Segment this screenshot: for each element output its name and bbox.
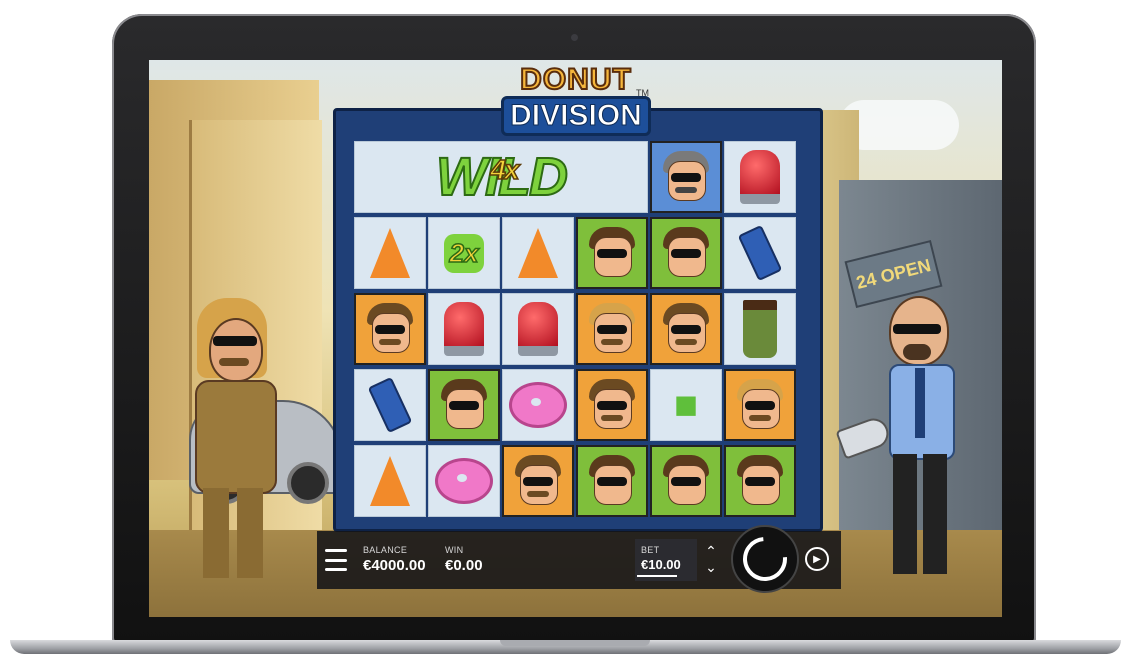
symbol-officer-mustache <box>576 369 648 441</box>
symbol-green-gun-wild: ■ <box>650 369 722 441</box>
officer-face-icon <box>659 301 713 357</box>
officer-face-icon <box>733 453 787 509</box>
leg <box>237 488 263 578</box>
spin-button[interactable] <box>731 525 799 593</box>
expanding-wild-banner: WILD 4x <box>354 141 648 213</box>
officer-face-icon <box>585 453 639 509</box>
logo-donut-text: DONUT <box>519 63 632 97</box>
goatee <box>903 344 931 360</box>
symbol-officer-brown <box>650 217 722 289</box>
officer-face-icon <box>437 377 491 433</box>
officer-right <box>835 292 989 592</box>
jacket <box>195 380 277 494</box>
donut-icon <box>509 382 567 428</box>
sunglasses <box>213 336 257 346</box>
symbol-red-siren <box>724 141 796 213</box>
symbol-coffee-cup <box>724 293 796 365</box>
symbol-walkie-talkie <box>724 217 796 289</box>
coffee-cup-icon <box>743 300 777 358</box>
symbol-red-siren <box>502 293 574 365</box>
siren-icon <box>740 150 780 204</box>
traffic-cone-icon <box>370 228 410 278</box>
symbol-officer-brown <box>724 445 796 517</box>
leg <box>203 488 229 578</box>
bet-adjust-arrows-icon[interactable]: ⌃ ⌄ <box>703 543 719 577</box>
symbol-officer-blonde <box>576 293 648 365</box>
traffic-cone-icon <box>518 228 558 278</box>
base-notch <box>500 640 650 646</box>
officer-face-icon <box>585 225 639 281</box>
sunglasses <box>893 324 941 334</box>
symbol-traffic-cone <box>502 217 574 289</box>
balance-value: €4000.00 <box>363 557 426 574</box>
logo-trademark: TM <box>636 88 649 98</box>
game-screen: 24 OPEN DONUT DIVISION TM WILD 4x 2x ■ B… <box>149 60 1002 617</box>
siren-icon <box>444 302 484 356</box>
symbol-officer-mustache <box>354 293 426 365</box>
officer-face-icon <box>363 301 417 357</box>
symbol-officer-sunglasses <box>650 141 722 213</box>
symbol-pink-donut <box>428 445 500 517</box>
bet-value: €10.00 <box>641 557 681 572</box>
symbol-red-siren <box>428 293 500 365</box>
officer-face-icon <box>659 149 713 205</box>
reel-board: WILD 4x 2x ■ <box>333 108 823 532</box>
logo-division-text: DIVISION <box>501 96 651 136</box>
bet-underline <box>637 575 677 577</box>
head <box>209 318 263 382</box>
leg <box>923 454 947 574</box>
gun-icon: ■ <box>673 382 699 427</box>
autoplay-icon[interactable]: ▶ <box>805 547 829 571</box>
control-bar: BALANCE €4000.00 WIN €0.00 BET €10.00 ⌃ ⌄… <box>317 525 841 593</box>
detective-left <box>179 298 289 588</box>
officer-face-icon <box>585 301 639 357</box>
donut-icon <box>435 458 493 504</box>
symbol-officer-brown <box>650 445 722 517</box>
game-logo: DONUT DIVISION TM <box>501 63 651 144</box>
symbol-officer-mustache <box>650 293 722 365</box>
symbol-traffic-cone <box>354 445 426 517</box>
officer-face-icon <box>585 377 639 433</box>
officer-face-icon <box>733 377 787 433</box>
wild-multiplier: 4x <box>490 153 521 186</box>
symbol-wild-multiplier: 2x <box>428 217 500 289</box>
symbol-walkie-talkie <box>354 369 426 441</box>
car-wheel <box>287 462 329 504</box>
menu-icon[interactable] <box>325 549 347 571</box>
multiplier-2x-icon: 2x <box>443 233 485 273</box>
tie <box>915 368 925 438</box>
reel-grid: WILD 4x 2x ■ <box>354 141 796 517</box>
walkie-talkie-icon <box>737 224 783 282</box>
symbol-pink-donut <box>502 369 574 441</box>
bet-label: BET <box>641 545 660 555</box>
officer-face-icon <box>659 453 713 509</box>
siren-icon <box>518 302 558 356</box>
officer-face-icon <box>511 453 565 509</box>
webcam <box>571 34 578 41</box>
officer-face-icon <box>659 225 713 281</box>
balance-label: BALANCE <box>363 545 408 555</box>
symbol-officer-blonde <box>724 369 796 441</box>
win-value: €0.00 <box>445 557 483 574</box>
symbol-officer-mustache <box>502 445 574 517</box>
win-label: WIN <box>445 545 464 555</box>
symbol-officer-brown <box>576 217 648 289</box>
mustache <box>219 358 249 366</box>
symbol-officer-brown <box>428 369 500 441</box>
leg <box>893 454 917 574</box>
walkie-talkie-icon <box>367 376 413 434</box>
spin-icon <box>734 528 796 590</box>
symbol-traffic-cone <box>354 217 426 289</box>
symbol-officer-brown <box>576 445 648 517</box>
laptop-base <box>10 640 1121 654</box>
traffic-cone-icon <box>370 456 410 506</box>
